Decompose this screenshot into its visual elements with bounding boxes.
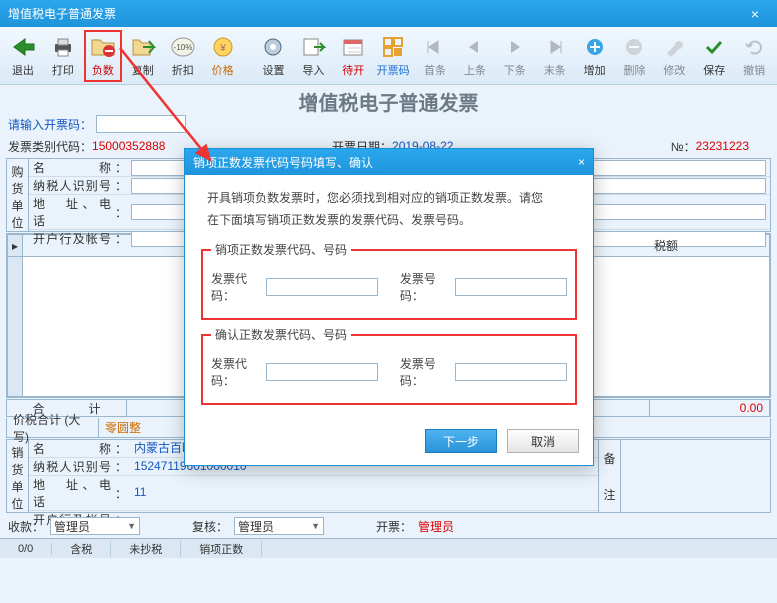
- import-button[interactable]: 导入: [294, 30, 332, 82]
- negative-button[interactable]: 负数: [84, 30, 122, 82]
- reviewer-select[interactable]: 管理员▼: [234, 517, 324, 535]
- modal-title: 销项正数发票代码号码填写、确认: [193, 154, 373, 171]
- in-code-label: 请输入开票码：: [8, 116, 92, 133]
- calendar-icon: [338, 33, 368, 61]
- cashier-select[interactable]: 管理员▼: [50, 517, 140, 535]
- undo-button[interactable]: 撤销: [735, 30, 773, 82]
- orig-code-input[interactable]: [266, 278, 378, 296]
- plus-icon: [580, 33, 610, 61]
- window-close-icon[interactable]: ×: [741, 6, 769, 22]
- svg-text:-10%: -10%: [173, 43, 192, 52]
- original-invoice-group: 销项正数发票代码、号码 发票代码： 发票号码：: [201, 241, 577, 320]
- sum-tax-value: 0.00: [740, 401, 763, 415]
- add-button[interactable]: 增加: [576, 30, 614, 82]
- cap-label: 价税合计 (大写): [7, 418, 99, 437]
- del-button[interactable]: 删除: [616, 30, 654, 82]
- last-icon: [540, 33, 570, 61]
- code-button[interactable]: 开票码: [374, 30, 412, 82]
- nav-prev-button[interactable]: 上条: [456, 30, 494, 82]
- exit-button[interactable]: 退出: [4, 30, 42, 82]
- main-toolbar: 退出 打印 负数 复制 -10% 折扣 ¥ 价格 设置 导入 待开 开票码 首条…: [0, 27, 777, 85]
- save-button[interactable]: 保存: [695, 30, 733, 82]
- modal-instruction: 开具销项负数发票时，您必须找到相对应的销项正数发票。请您 在下面填写销项正数发票…: [201, 187, 577, 231]
- gear-icon: [258, 33, 288, 61]
- copy-status-cell: 未抄税: [111, 541, 181, 557]
- modal-close-icon[interactable]: ×: [578, 155, 585, 169]
- modal-next-button[interactable]: 下一步: [425, 429, 497, 453]
- arrow-left-icon: [8, 33, 38, 61]
- price-button[interactable]: ¥ 价格: [204, 30, 242, 82]
- setting-button[interactable]: 设置: [255, 30, 293, 82]
- confirm-num-input[interactable]: [455, 363, 567, 381]
- prev-icon: [460, 33, 490, 61]
- no-label: №：: [671, 138, 696, 155]
- wrench-icon: [659, 33, 689, 61]
- inv-kind-cell: 销项正数: [181, 541, 262, 557]
- print-button[interactable]: 打印: [44, 30, 82, 82]
- cap-value: 零圆整: [105, 421, 141, 435]
- remark-area[interactable]: [620, 440, 770, 512]
- check-icon: [699, 33, 729, 61]
- minus-icon: [619, 33, 649, 61]
- issuer-value: 管理员: [418, 518, 454, 535]
- first-icon: [420, 33, 450, 61]
- seller-addr: 11: [131, 485, 594, 501]
- in-code-input[interactable]: [96, 115, 186, 133]
- no-value: 23231223: [696, 139, 749, 153]
- discount-icon: -10%: [168, 33, 198, 61]
- type-code-label: 发票类别代码：: [8, 138, 92, 155]
- undo-icon: [739, 33, 769, 61]
- price-icon: ¥: [208, 33, 238, 61]
- printer-icon: [48, 33, 78, 61]
- expand-col[interactable]: ▸: [8, 235, 23, 257]
- confirm-code-input[interactable]: [266, 363, 378, 381]
- pending-button[interactable]: 待开: [334, 30, 372, 82]
- status-bar: 0/0 含税 未抄税 销项正数: [0, 538, 777, 558]
- nav-first-button[interactable]: 首条: [416, 30, 454, 82]
- modal-cancel-button[interactable]: 取消: [507, 429, 579, 453]
- copy-button[interactable]: 复制: [124, 30, 162, 82]
- invoice-code-modal: 销项正数发票代码号码填写、确认 × 开具销项负数发票时，您必须找到相对应的销项正…: [184, 148, 594, 466]
- svg-text:¥: ¥: [219, 43, 226, 54]
- qrcode-icon: [378, 33, 408, 61]
- nav-next-button[interactable]: 下条: [496, 30, 534, 82]
- orig-num-input[interactable]: [455, 278, 567, 296]
- mod-button[interactable]: 修改: [655, 30, 693, 82]
- window-title: 增值税电子普通发票: [8, 5, 116, 22]
- next-icon: [500, 33, 530, 61]
- confirm-invoice-group: 确认正数发票代码、号码 发票代码： 发票号码：: [201, 326, 577, 405]
- count-cell: 0/0: [0, 543, 52, 555]
- tax-mode-cell: 含税: [52, 541, 111, 557]
- copy-icon: [128, 33, 158, 61]
- import-icon: [298, 33, 328, 61]
- nav-last-button[interactable]: 末条: [536, 30, 574, 82]
- discount-button[interactable]: -10% 折扣: [164, 30, 202, 82]
- page-title: 增值税电子普通发票: [0, 87, 777, 113]
- folder-minus-icon: [88, 33, 118, 61]
- operators-row: 收款： 管理员▼ 复核： 管理员▼ 开票： 管理员: [0, 514, 777, 538]
